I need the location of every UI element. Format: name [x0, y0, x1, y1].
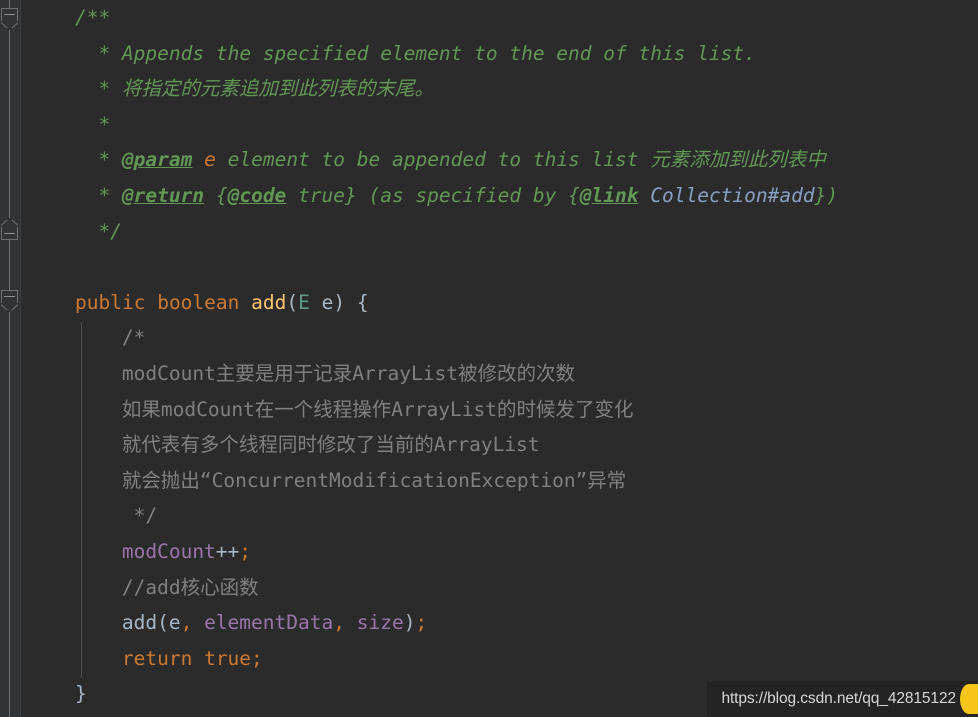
code-line[interactable]: */	[21, 214, 978, 250]
code-line[interactable]: return true;	[21, 641, 978, 677]
code-content[interactable]: /** * Appends the specified element to th…	[21, 0, 978, 717]
code-line[interactable]: * @return {@code true} (as specified by …	[21, 178, 978, 214]
code-line[interactable]: add(e, elementData, size);	[21, 605, 978, 641]
code-line[interactable]: //add核心函数	[21, 570, 978, 606]
code-token-jdoc: element to be appended to this list 元素添加…	[215, 148, 826, 172]
code-token-fld: size	[356, 611, 404, 635]
watermark-url: https://blog.csdn.net/qq_42815122	[721, 690, 956, 707]
code-line[interactable]: *	[21, 107, 978, 143]
code-token-jdoc-tag: @return	[121, 183, 205, 207]
code-token-cmt: */	[121, 504, 158, 528]
code-token-typ: E	[298, 290, 310, 314]
code-token-mth: add	[251, 290, 287, 314]
fold-region-spine	[9, 312, 10, 717]
code-line[interactable]	[21, 249, 978, 285]
code-token-cmt: //add核心函数	[121, 575, 259, 599]
code-line[interactable]: */	[21, 498, 978, 534]
code-line[interactable]: 就会抛出“ConcurrentModificationException”异常	[21, 463, 978, 499]
code-token-kw: public	[75, 290, 146, 314]
code-token-pln: e) {	[309, 290, 369, 314]
code-token-jdoc-tag: @link	[579, 183, 639, 207]
fold-region-spine	[9, 0, 10, 8]
code-token-punc: ;	[251, 646, 263, 670]
code-token-pln: }	[75, 682, 87, 706]
code-token-pln	[192, 611, 204, 634]
code-line[interactable]: modCount++;	[21, 534, 978, 570]
code-token-jdoc-tag: @param	[121, 148, 193, 172]
csdn-logo-icon	[960, 684, 978, 714]
code-token-punc: ;	[239, 539, 252, 563]
code-line[interactable]: /*	[21, 320, 978, 356]
code-token-fld: modCount	[121, 539, 216, 563]
code-line[interactable]: 如果modCount在一个线程操作ArrayList的时候发了变化	[21, 392, 978, 428]
fold-marker-javadoc-end[interactable]	[1, 218, 18, 240]
code-token-jdoc: * 将指定的元素追加到此列表的末尾。	[98, 77, 434, 101]
code-token-cmt: 就会抛出“ConcurrentModificationException”异常	[121, 468, 627, 492]
code-token-cmt: /*	[121, 326, 146, 350]
code-token-jdoc: /**	[75, 6, 111, 29]
code-token-jdoc: */	[98, 219, 122, 243]
code-token-jdoc	[192, 148, 204, 171]
code-line[interactable]: public boolean add(E e) {	[21, 285, 978, 321]
fold-collapse-icon	[4, 14, 15, 15]
code-token-jdoc: })	[814, 183, 839, 207]
code-token-pln	[145, 291, 157, 314]
fold-marker-javadoc-start[interactable]	[1, 8, 18, 30]
code-token-jdoc	[639, 184, 651, 207]
fold-region-spine	[9, 30, 10, 218]
code-token-jdoc: *	[98, 112, 111, 136]
code-token-jdoc: * Appends the specified element to the e…	[98, 41, 756, 65]
code-line[interactable]: modCount主要是用于记录ArrayList被修改的次数	[21, 356, 978, 392]
code-token-pln: ++	[215, 539, 240, 563]
code-token-cmt: modCount主要是用于记录ArrayList被修改的次数	[121, 361, 575, 385]
code-token-kw: true	[204, 646, 252, 670]
code-token-jdoc: *	[98, 148, 122, 172]
fold-direction-chevron-icon	[1, 303, 18, 312]
code-token-pln	[345, 611, 357, 634]
code-line[interactable]: 就代表有多个线程同时修改了当前的ArrayList	[21, 427, 978, 463]
code-token-jdoc-param: e	[204, 148, 216, 172]
csdn-watermark: https://blog.csdn.net/qq_42815122	[707, 681, 978, 717]
code-token-kw: return	[121, 646, 193, 670]
code-token-fld: elementData	[204, 611, 334, 635]
code-token-jdoc: *	[98, 183, 122, 207]
fold-collapse-icon	[4, 233, 15, 234]
code-token-pln	[239, 291, 251, 314]
code-token-jdoc-link: Collection#add	[650, 183, 815, 207]
code-line[interactable]: /**	[21, 0, 978, 36]
editor-gutter[interactable]	[0, 0, 21, 717]
code-token-cmt: 如果modCount在一个线程操作ArrayList的时候发了变化	[121, 397, 634, 421]
code-line[interactable]: * @param e element to be appended to thi…	[21, 142, 978, 178]
indent-guide	[81, 322, 82, 679]
code-token-jdoc-tag: @code	[227, 183, 287, 207]
code-token-punc: ;	[415, 611, 428, 635]
code-token-pln: )	[403, 611, 416, 635]
fold-collapse-icon	[4, 296, 15, 297]
code-token-kw: boolean	[157, 290, 240, 314]
code-token-pln	[192, 647, 204, 670]
code-line[interactable]: * Appends the specified element to the e…	[21, 36, 978, 72]
code-token-cmt: 就代表有多个线程同时修改了当前的ArrayList	[121, 433, 540, 457]
code-token-jdoc: {	[204, 183, 228, 207]
fold-direction-chevron-icon	[1, 21, 18, 30]
code-token-jdoc: true} (as specified by {	[286, 183, 580, 207]
code-editor[interactable]: /** * Appends the specified element to th…	[0, 0, 978, 717]
code-token-punc: ,	[180, 611, 193, 635]
fold-marker-method-start[interactable]	[1, 290, 18, 312]
code-line[interactable]: * 将指定的元素追加到此列表的末尾。	[21, 71, 978, 107]
code-token-pln: (	[286, 290, 299, 314]
fold-direction-chevron-icon	[1, 218, 18, 227]
code-token-punc: ,	[333, 611, 345, 635]
fold-region-spine	[9, 240, 10, 290]
code-token-pln: add(e	[121, 611, 181, 635]
